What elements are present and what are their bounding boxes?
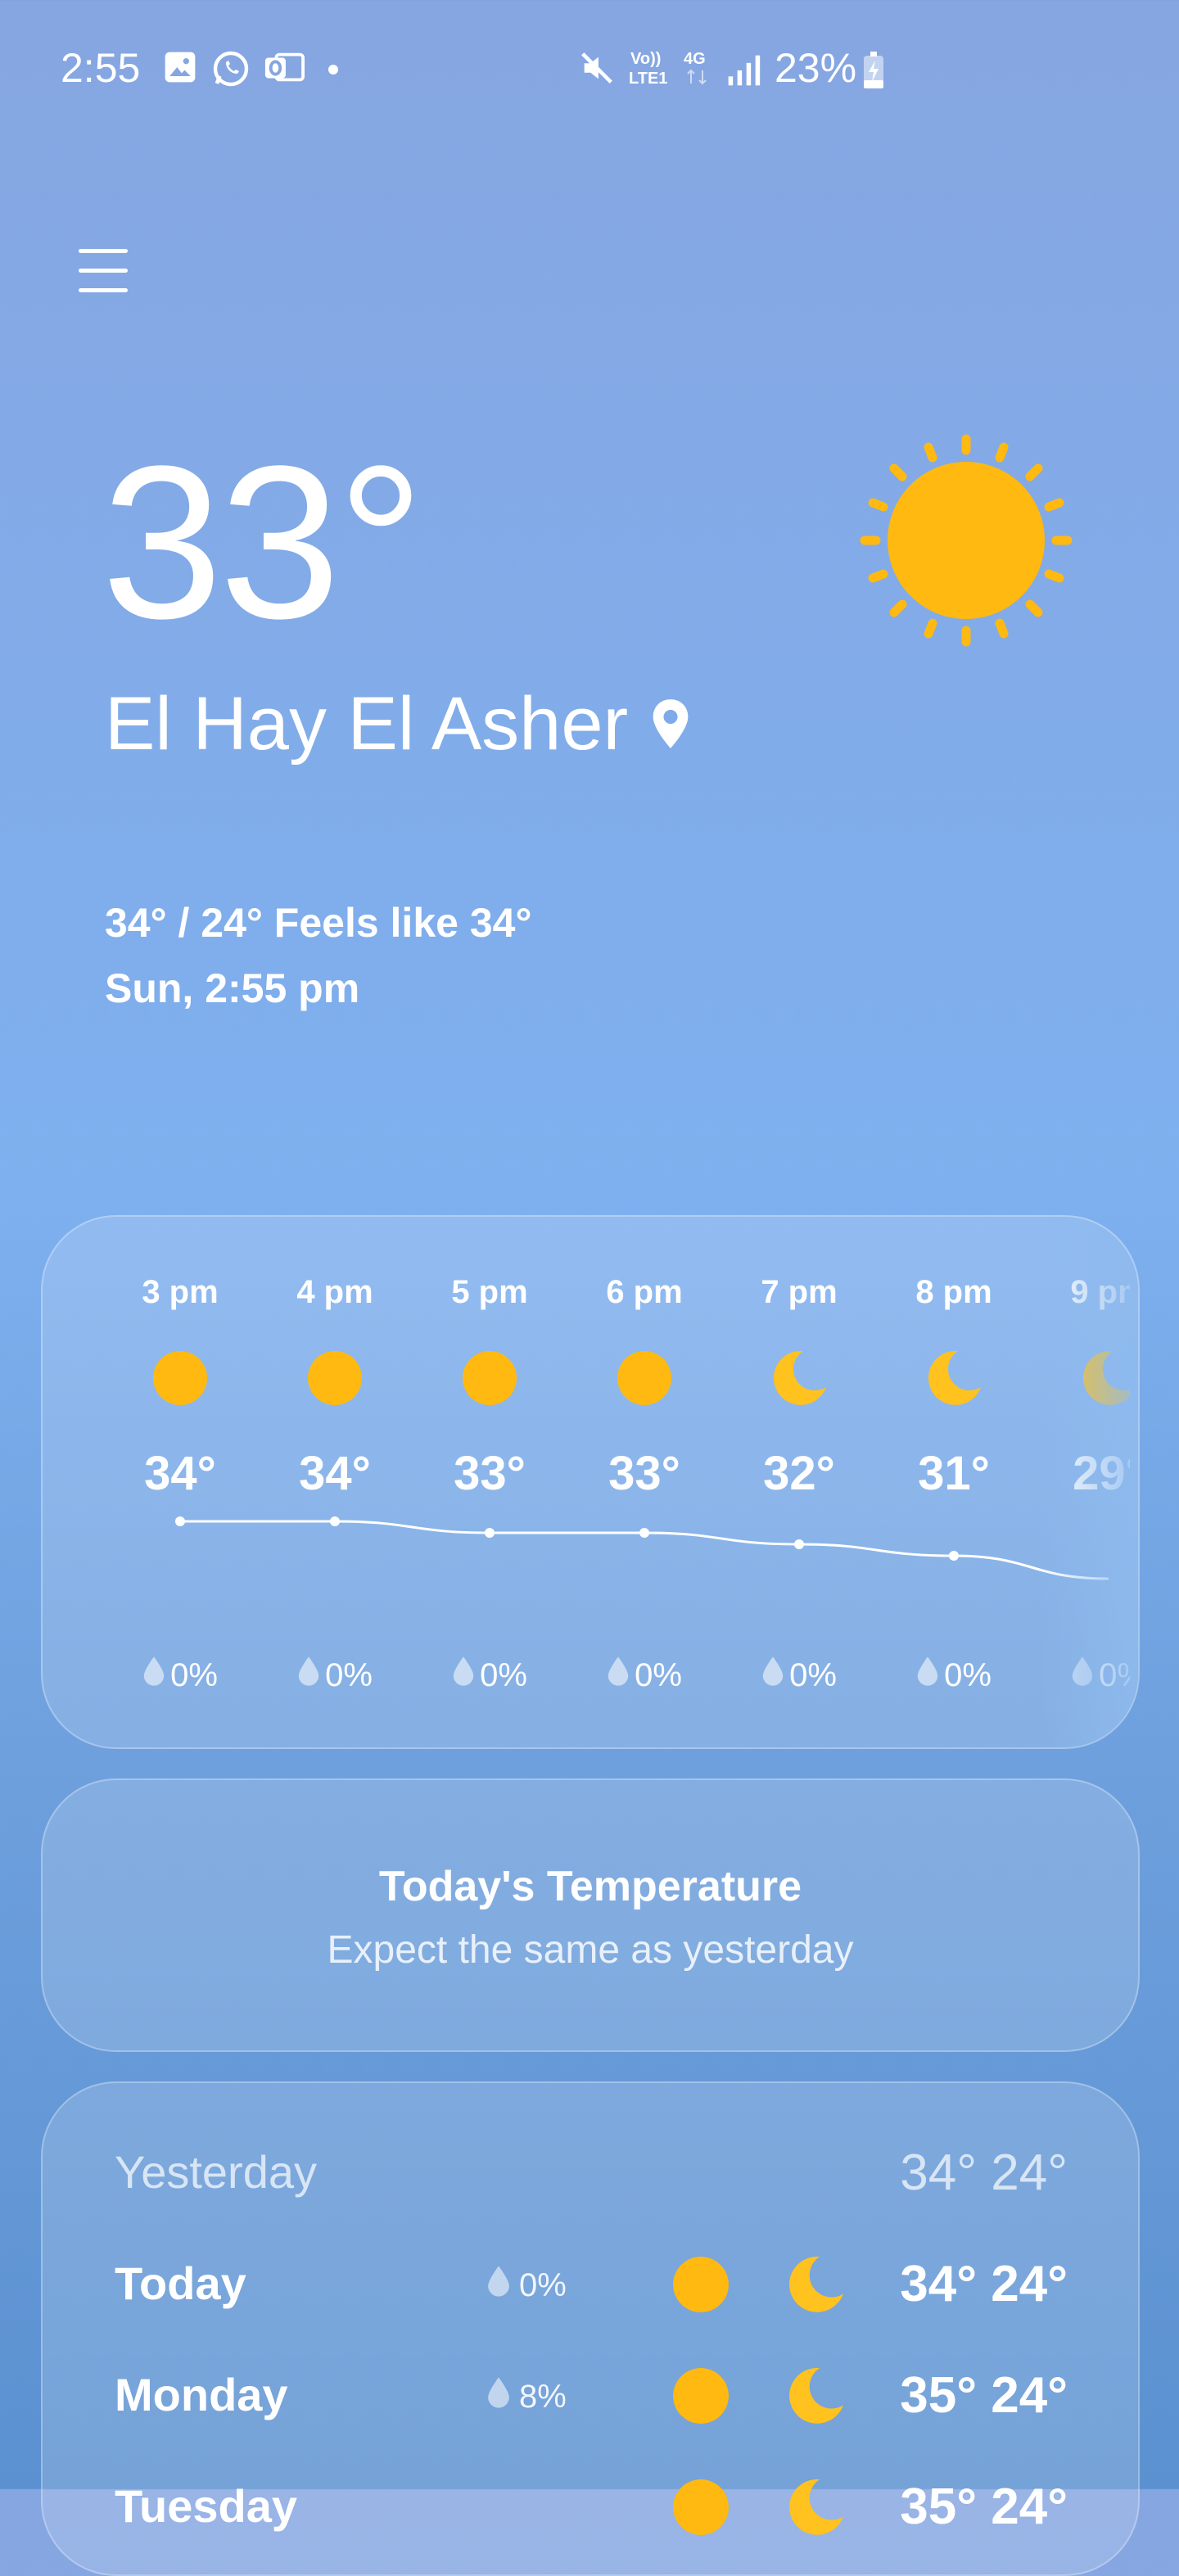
hour-temperature: 32° — [763, 1447, 835, 1500]
day-name: Today — [115, 2257, 246, 2309]
location-name: El Hay El Asher — [105, 682, 629, 766]
svg-text:4G: 4G — [684, 50, 706, 68]
sun-icon — [306, 1349, 364, 1407]
day-precipitation: 0% — [486, 2265, 567, 2306]
menu-button[interactable] — [75, 242, 133, 300]
sun-icon — [671, 2366, 730, 2425]
day-temperatures: 34° 24° — [900, 2256, 1068, 2312]
hi-lo-feels-like: 34° / 24° Feels like 34° — [105, 900, 532, 946]
signal-icon — [728, 55, 761, 86]
raindrop-icon — [916, 1656, 944, 1695]
daily-row[interactable]: Monday 8% 35° 24° — [43, 2352, 1138, 2442]
hour-time: 4 pm — [296, 1274, 373, 1310]
sun-icon — [151, 1349, 209, 1407]
hour-precipitation: 0% — [273, 1656, 396, 1695]
hourly-item[interactable]: 6 pm 33° 0% — [583, 1217, 706, 1747]
outlook-icon — [264, 52, 305, 82]
raindrop-icon — [486, 2376, 519, 2417]
hour-precip-value: 0% — [635, 1656, 682, 1693]
raindrop-icon — [761, 1656, 789, 1695]
hour-precipitation: 0% — [738, 1656, 861, 1695]
location-pin-icon — [653, 699, 689, 748]
hour-precipitation: 0% — [892, 1656, 1015, 1695]
hour-precip-value: 0% — [789, 1656, 837, 1693]
hour-precipitation: 0% — [583, 1656, 706, 1695]
raindrop-icon — [297, 1656, 325, 1695]
hour-time: 8 pm — [915, 1274, 992, 1310]
hour-temperature: 33° — [608, 1447, 680, 1500]
raindrop-icon — [607, 1656, 635, 1695]
day-temperatures: 35° 24° — [900, 2479, 1068, 2535]
moon-icon — [786, 2255, 845, 2314]
svg-text:LTE1: LTE1 — [629, 70, 667, 88]
hour-time: 6 pm — [606, 1274, 683, 1310]
daily-row[interactable]: Today 0% 34° 24° — [43, 2240, 1138, 2330]
hour-temperature: 34° — [144, 1447, 216, 1500]
hour-precipitation: 0% — [119, 1656, 242, 1695]
volte-icon: Vo)) LTE1 — [629, 50, 667, 88]
hour-precip-value: 0% — [170, 1656, 218, 1693]
hour-precip-value: 0% — [325, 1656, 373, 1693]
hour-precip-value: 0% — [480, 1656, 527, 1693]
battery-charging-icon — [864, 52, 883, 88]
moon-icon — [786, 2366, 845, 2425]
daily-row[interactable]: Tuesday 35° 24° — [43, 2463, 1138, 2553]
summary-subtitle: Expect the same as yesterday — [327, 1928, 854, 1972]
raindrop-icon — [486, 2265, 519, 2306]
hour-time: 7 pm — [761, 1274, 838, 1310]
sun-icon — [671, 2255, 730, 2314]
hour-time: 3 pm — [142, 1274, 219, 1310]
hourly-item[interactable]: 8 pm 31° 0% — [892, 1217, 1015, 1747]
hourly-item[interactable]: 7 pm 32° 0% — [738, 1217, 861, 1747]
sun-icon — [616, 1349, 673, 1407]
moon-icon — [786, 2478, 845, 2537]
battery-percentage: 23% — [775, 45, 857, 91]
mute-icon — [581, 52, 612, 84]
moon-icon — [770, 1349, 828, 1407]
svg-text:Vo)): Vo)) — [630, 50, 661, 68]
day-precipitation: 8% — [486, 2376, 567, 2417]
sun-icon — [461, 1349, 518, 1407]
moon-icon — [925, 1349, 982, 1407]
hour-precipitation: 0% — [428, 1656, 551, 1695]
dot-icon — [328, 65, 338, 75]
hourly-item[interactable]: 3 pm 34° 0% — [119, 1217, 242, 1747]
hourly-scroll[interactable]: 3 pm 34° 0% 4 pm 34° 0% 5 pm 33° 0% 6 pm… — [75, 1217, 1130, 1747]
hourly-item[interactable]: 4 pm 34° 0% — [273, 1217, 396, 1747]
hour-time: 5 pm — [451, 1274, 528, 1310]
daily-forecast-card[interactable]: Yesterday 34° 24° Today 0% 34° 24° Monday 8%… — [41, 2081, 1140, 2576]
daily-row[interactable]: Yesterday 34° 24° — [43, 2129, 1138, 2219]
day-precip-value: 8% — [519, 2378, 567, 2415]
gallery-icon — [165, 52, 196, 83]
sun-icon — [671, 2478, 730, 2537]
4g-icon: 4G — [684, 50, 707, 85]
date-time: Sun, 2:55 pm — [105, 965, 360, 1011]
hourly-item[interactable]: 5 pm 33° 0% — [428, 1217, 551, 1747]
status-bar: 2:55 Vo)) LTE1 4G 23% — [0, 0, 1179, 139]
sun-icon — [860, 434, 1073, 647]
raindrop-icon — [142, 1656, 170, 1695]
day-name: Yesterday — [115, 2146, 317, 2198]
hour-temperature: 33° — [454, 1447, 526, 1500]
summary-title: Today's Temperature — [378, 1863, 802, 1910]
current-temperature: 33° — [102, 421, 424, 664]
day-name: Monday — [115, 2369, 288, 2420]
hourly-forecast-card[interactable]: 3 pm 34° 0% 4 pm 34° 0% 5 pm 33° 0% 6 pm… — [41, 1215, 1140, 1749]
raindrop-icon — [452, 1656, 480, 1695]
location[interactable]: El Hay El Asher — [105, 686, 692, 762]
day-temperatures: 35° 24° — [900, 2367, 1068, 2424]
day-precip-value: 0% — [519, 2266, 567, 2303]
hour-temperature: 31° — [918, 1447, 990, 1500]
temperature-summary-card[interactable]: Today's Temperature Expect the same as y… — [41, 1778, 1140, 2052]
hour-precip-value: 0% — [944, 1656, 992, 1693]
hour-temperature: 34° — [299, 1447, 371, 1500]
day-name: Tuesday — [115, 2480, 298, 2532]
day-temperatures: 34° 24° — [900, 2144, 1068, 2201]
whatsapp-icon — [213, 51, 249, 87]
status-time: 2:55 — [61, 45, 141, 91]
